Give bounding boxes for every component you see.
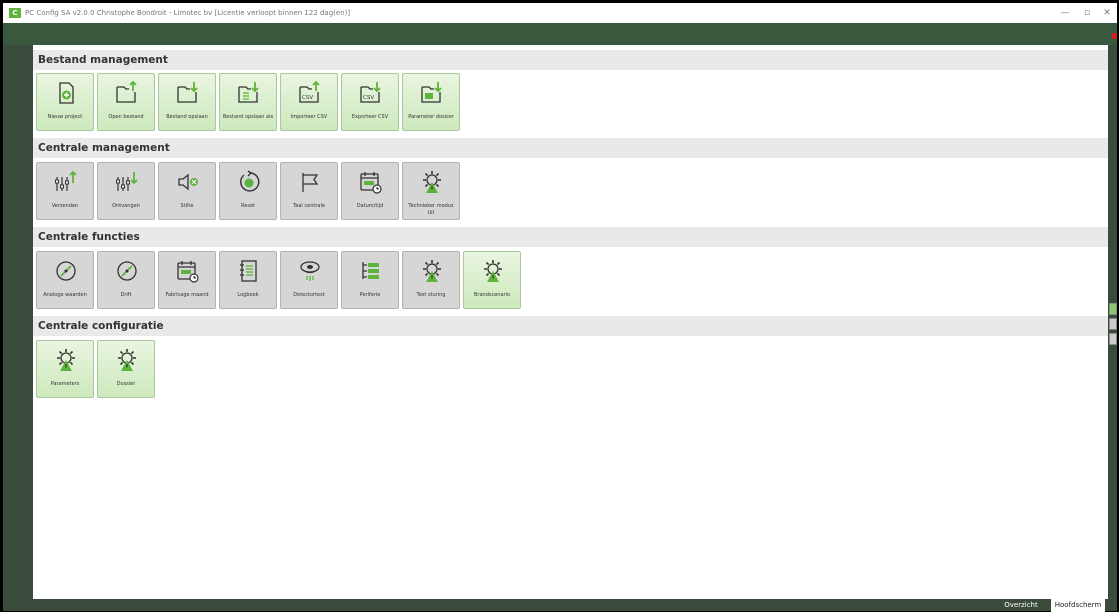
fabricage-maand-button[interactable]: Fabricage maand xyxy=(158,251,216,309)
exporteer-csv-button[interactable]: CSV Exporteer CSV xyxy=(341,73,399,131)
gear-warning-icon xyxy=(484,260,502,282)
gauge-icon xyxy=(56,261,76,281)
side-tab-3[interactable] xyxy=(1109,333,1117,345)
folder-up-icon xyxy=(116,80,137,103)
detectortest-button[interactable]: Detectortest xyxy=(280,251,338,309)
ontvangen-button[interactable]: Ontvangen xyxy=(97,162,155,220)
logboek-button[interactable]: Logboek xyxy=(219,251,277,309)
svg-text:CSV: CSV xyxy=(302,95,313,101)
tile-row-bestand-management: Nieuw project Open bestand Bestand opsla… xyxy=(36,73,460,133)
tile-label: Datum/tijd xyxy=(356,203,384,209)
app-window: C PC Config SA v2.0.0 Christophe Bondroi… xyxy=(3,3,1117,611)
taal-centrale-button[interactable]: Taal centrale xyxy=(280,162,338,220)
tile-label: Taal centrale xyxy=(293,203,325,209)
tile-label: Test sturing xyxy=(416,292,446,298)
tile-label: Open bestand xyxy=(108,114,144,120)
tile-label: Drift xyxy=(120,292,132,298)
stilte-button[interactable]: Stilte xyxy=(158,162,216,220)
silence-icon xyxy=(178,173,198,191)
nieuw-project-button[interactable]: Nieuw project xyxy=(36,73,94,131)
calendar-clock-icon xyxy=(360,172,382,194)
drift-button[interactable]: Drift xyxy=(97,251,155,309)
tile-row-centrale-configuratie: Parameters Dossier xyxy=(36,340,155,400)
header-strip xyxy=(3,23,1117,45)
title-bar: C PC Config SA v2.0.0 Christophe Bondroi… xyxy=(3,3,1117,23)
gear-warning-icon xyxy=(118,349,136,371)
tile-label: Importeer CSV xyxy=(290,114,328,120)
gear-warning-icon xyxy=(423,171,441,193)
logbook-icon xyxy=(240,260,257,282)
reset-icon xyxy=(240,170,260,192)
svg-text:CSV: CSV xyxy=(363,95,374,101)
close-button[interactable]: ✕ xyxy=(1097,3,1117,23)
receive-icon xyxy=(116,172,138,191)
tile-label: Bestand opslaan xyxy=(166,114,208,120)
section-header-centrale-configuratie: Centrale configuratie xyxy=(33,316,1108,336)
dossier-button[interactable]: Dossier xyxy=(97,340,155,398)
calendar-clock-icon xyxy=(177,261,199,283)
tile-label: Verzenden xyxy=(51,203,79,209)
bottom-bar xyxy=(3,599,1117,611)
tile-label: Exporteer CSV xyxy=(351,114,389,120)
section-header-centrale-functies: Centrale functies xyxy=(33,227,1108,247)
send-icon xyxy=(55,170,77,191)
tab-hoofdscherm[interactable]: Hoofdscherm xyxy=(1051,598,1105,612)
gear-warning-icon xyxy=(57,349,75,371)
gauge-icon xyxy=(117,261,137,281)
datum-tijd-button[interactable]: Datum/tijd xyxy=(341,162,399,220)
app-logo-icon: C xyxy=(9,8,21,18)
tile-label: Parameter dossier xyxy=(408,114,454,120)
tile-label: Ontvangen xyxy=(112,203,140,209)
section-header-bestand-management: Bestand management xyxy=(33,50,1108,70)
brandscenario-button[interactable]: Brandscenario xyxy=(463,251,521,309)
analoge-waarden-button[interactable]: Analoge waarden xyxy=(36,251,94,309)
tab-overzicht[interactable]: Overzicht xyxy=(993,598,1049,612)
tile-label: Detectortest xyxy=(293,292,325,298)
side-tab-1[interactable] xyxy=(1109,303,1117,315)
tile-label: Bestand opslaan als xyxy=(222,114,274,120)
status-indicator xyxy=(1112,33,1117,39)
tile-label: Periferie xyxy=(359,292,381,298)
detector-icon xyxy=(300,261,320,281)
tile-label: Reset xyxy=(241,203,255,209)
tree-list-icon xyxy=(362,262,379,279)
tile-row-centrale-functies: Analoge waarden Drift Fabricage maand Lo… xyxy=(36,251,521,311)
tile-label: Fabricage maand xyxy=(165,292,209,298)
side-tab-2[interactable] xyxy=(1109,318,1117,330)
parameters-button[interactable]: Parameters xyxy=(36,340,94,398)
tile-row-centrale-management: Verzenden Ontvangen Stilte Reset Taal ce… xyxy=(36,162,460,222)
folder-save-as-icon xyxy=(238,82,259,103)
gear-warning-icon xyxy=(423,260,441,282)
test-sturing-button[interactable]: Test sturing xyxy=(402,251,460,309)
bestand-opslaan-button[interactable]: Bestand opslaan xyxy=(158,73,216,131)
importeer-csv-button[interactable]: CSV Importeer CSV xyxy=(280,73,338,131)
folder-down-icon xyxy=(177,82,198,103)
reset-button[interactable]: Reset xyxy=(219,162,277,220)
section-header-centrale-management: Centrale management xyxy=(33,138,1108,158)
parameter-dossier-button[interactable]: Parameter dossier xyxy=(402,73,460,131)
csv-export-icon: CSV xyxy=(360,82,381,103)
bestand-opslaan-als-button[interactable]: Bestand opslaan als xyxy=(219,73,277,131)
tile-label: Logboek xyxy=(237,292,259,298)
technieker-modus-button[interactable]: Technieker modus Uit xyxy=(402,162,460,220)
window-title: PC Config SA v2.0.0 Christophe Bondroit … xyxy=(25,9,351,17)
open-bestand-button[interactable]: Open bestand xyxy=(97,73,155,131)
tile-label: Analoge waarden xyxy=(43,292,87,298)
tile-label: Stilte xyxy=(180,203,194,209)
restore-button[interactable]: ▫ xyxy=(1077,3,1097,23)
main-content: Bestand management Nieuw project Open be… xyxy=(33,45,1108,599)
periferie-button[interactable]: Periferie xyxy=(341,251,399,309)
verzenden-button[interactable]: Verzenden xyxy=(36,162,94,220)
tile-label: Parameters xyxy=(50,381,80,387)
new-file-icon xyxy=(59,82,74,104)
tile-label: Brandscenario xyxy=(473,292,511,298)
side-tab-strip xyxy=(1109,303,1119,348)
csv-import-icon: CSV xyxy=(299,80,320,103)
minimize-button[interactable]: — xyxy=(1055,3,1075,23)
tile-label: Nieuw project xyxy=(47,114,83,120)
tile-label: Dossier xyxy=(116,381,136,387)
flag-icon xyxy=(302,173,319,192)
tile-label: Technieker modus Uit xyxy=(408,203,454,216)
parameter-dossier-icon xyxy=(421,82,442,103)
